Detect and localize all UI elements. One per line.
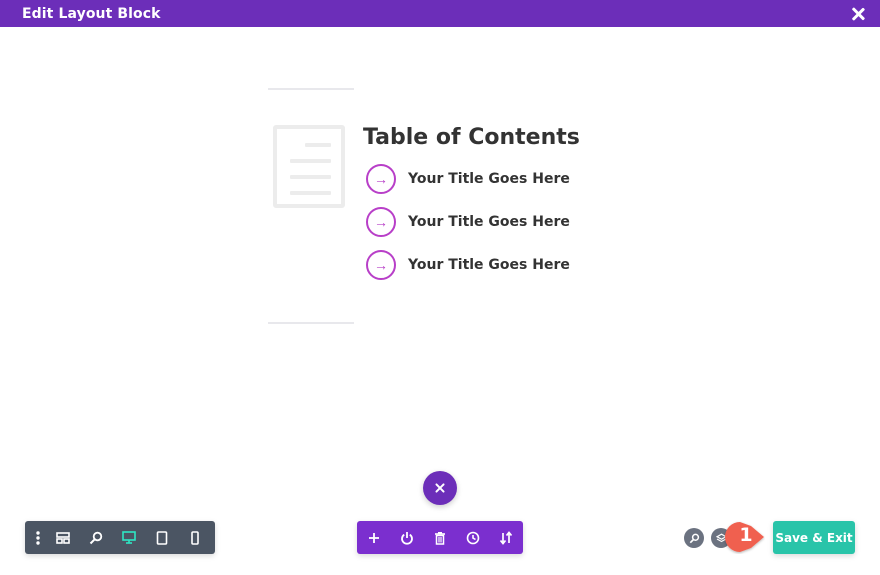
more-options-icon[interactable] [29,521,46,554]
power-icon[interactable] [390,521,423,554]
zoom-icon[interactable] [79,521,112,554]
trash-icon[interactable] [423,521,456,554]
divider-top [268,88,354,90]
document-icon [273,125,345,208]
phone-icon[interactable] [178,521,211,554]
close-fab-button[interactable] [423,471,457,505]
desktop-icon[interactable] [112,521,145,554]
toc-item[interactable]: → Your Title Goes Here [366,164,570,194]
toc-item-label: Your Title Goes Here [408,257,570,273]
layout-icon[interactable] [46,521,79,554]
sort-icon[interactable] [489,521,522,554]
save-exit-button[interactable]: Save & Exit [773,521,855,554]
toc-title: Table of Contents [363,125,580,150]
builder-action-toolbar [357,521,523,554]
view-mode-toolbar [25,521,215,554]
close-icon[interactable] [850,6,866,22]
toc-item[interactable]: → Your Title Goes Here [366,207,570,237]
arrow-right-icon: → [366,207,396,237]
tablet-icon[interactable] [145,521,178,554]
history-icon[interactable] [456,521,489,554]
step-badge-label: 1 [739,524,753,546]
modal-header: Edit Layout Block [0,0,880,27]
divider-bottom [268,322,354,324]
arrow-right-icon: → [366,250,396,280]
add-icon[interactable] [357,521,390,554]
toc-item[interactable]: → Your Title Goes Here [366,250,570,280]
toc-item-label: Your Title Goes Here [408,171,570,187]
arrow-right-icon: → [366,164,396,194]
toc-item-label: Your Title Goes Here [408,214,570,230]
modal-title: Edit Layout Block [22,5,161,22]
zoom-circle-icon[interactable] [684,528,704,548]
